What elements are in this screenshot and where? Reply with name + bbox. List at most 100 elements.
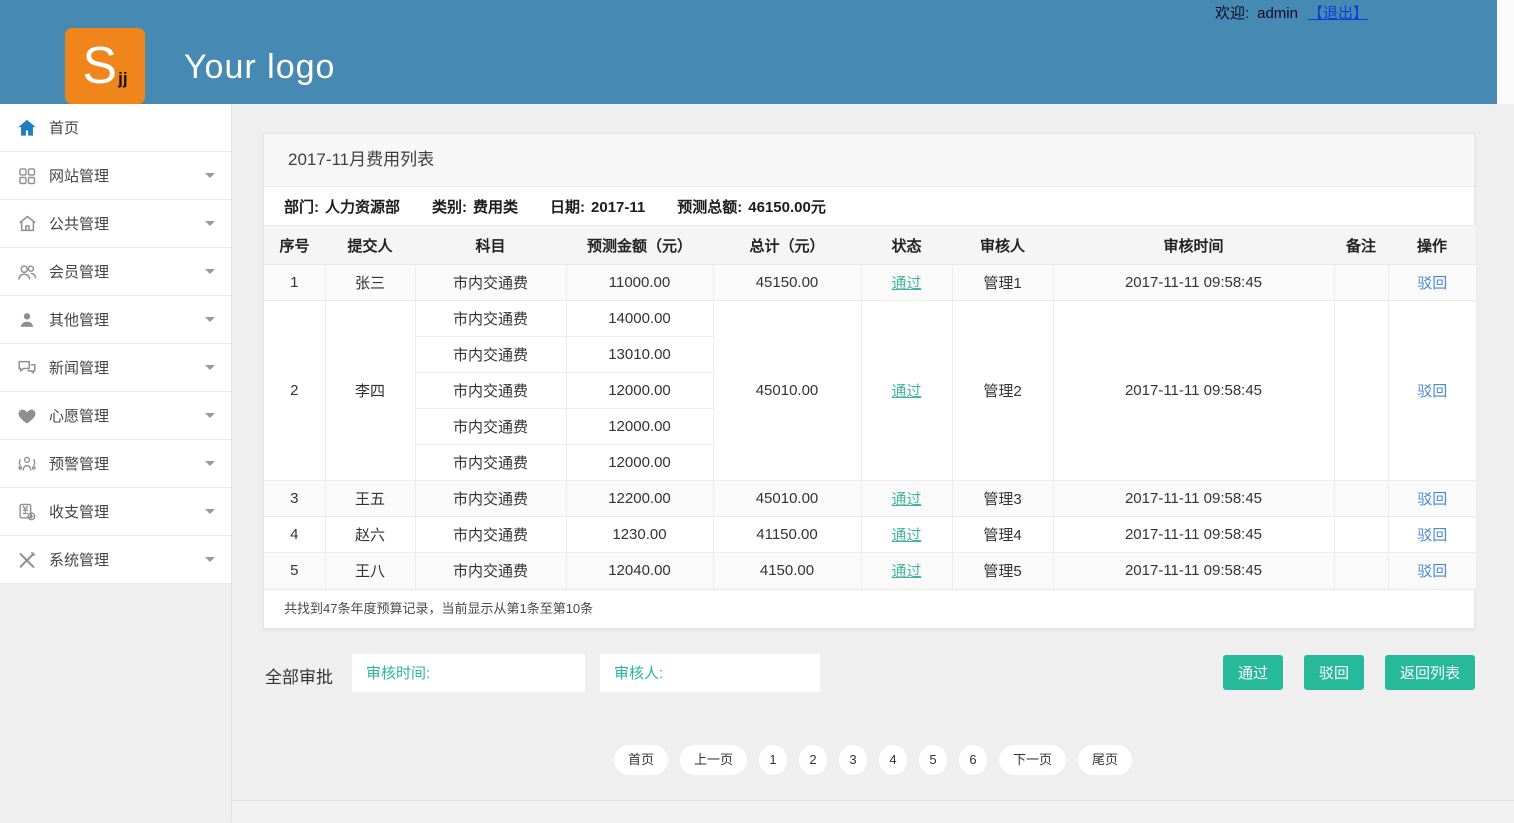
page-nav-button[interactable]: 首页 [614,745,668,775]
subject-cell: 市内交通费 [415,553,566,589]
action-cell-link[interactable]: 驳回 [1417,527,1447,544]
sidebar-item-website[interactable]: 网站管理 [0,152,231,200]
tools-icon [14,548,40,572]
subject-cell: 市内交通费 [415,445,566,481]
sidebar-item-label: 预警管理 [49,453,109,474]
status-cell-link[interactable]: 通过 [891,383,921,400]
sidebar-item-home[interactable]: 首页 [0,104,231,152]
page-nav-button[interactable]: 下一页 [999,745,1066,775]
scrollbar-strip[interactable] [1497,0,1514,104]
sidebar-item-news[interactable]: 新闻管理 [0,344,231,392]
row-number-cell: 2 [264,301,325,481]
sidebar-item-finance[interactable]: 收支管理 [0,488,231,536]
reviewer-cell: 管理4 [952,517,1053,553]
action-cell: 驳回 [1388,481,1476,517]
sidebar-item-label: 新闻管理 [49,357,109,378]
subject-cell: 市内交通费 [415,265,566,301]
column-header: 预测金额（元） [566,226,713,265]
forecast-amount-cell: 12040.00 [566,553,713,589]
page-number-2[interactable]: 2 [799,745,827,775]
back-to-list-button[interactable]: 返回列表 [1385,655,1475,690]
page-number-3[interactable]: 3 [839,745,867,775]
logo-letter: S [82,40,117,92]
chevron-down-icon [205,365,215,370]
forecast-amount-cell: 1230.00 [566,517,713,553]
action-cell-link[interactable]: 驳回 [1417,491,1447,508]
action-cell: 驳回 [1388,553,1476,589]
page-number-6[interactable]: 6 [959,745,987,775]
remark-cell [1334,517,1388,553]
table-row: 1张三市内交通费11000.0045150.00通过管理12017-11-11 … [264,265,1476,301]
action-cell-link[interactable]: 驳回 [1417,275,1447,292]
sidebar-item-label: 会员管理 [49,261,109,282]
sidebar-item-wishes[interactable]: 心愿管理 [0,392,231,440]
app-logo: S jj [65,28,145,104]
filter-forecast-total: 预测总额:46150.00元 [677,196,826,217]
filter-category: 类别:费用类 [432,196,518,217]
page-nav-button[interactable]: 尾页 [1078,745,1132,775]
page-title: 2017-11月费用列表 [264,134,1474,187]
reviewer-cell: 管理5 [952,553,1053,589]
page-number-4[interactable]: 4 [879,745,907,775]
filter-date: 日期:2017-11 [550,196,645,217]
remark-cell [1334,265,1388,301]
table-row: 5王八市内交通费12040.004150.00通过管理52017-11-11 0… [264,553,1476,589]
table-row: 2李四市内交通费14000.0045010.00通过管理22017-11-11 … [264,301,1476,337]
batch-approval-label: 全部审批 [265,663,333,688]
row-number-cell: 3 [264,481,325,517]
chevron-down-icon [205,413,215,418]
expense-table: 序号提交人科目预测金额（元）总计（元）状态审核人审核时间备注操作 1张三市内交通… [264,226,1476,589]
sidebar-item-other[interactable]: 其他管理 [0,296,231,344]
filter-department: 部门:人力资源部 [284,196,400,217]
reviewer-input[interactable] [600,654,820,692]
row-number-cell: 4 [264,517,325,553]
page-number-1[interactable]: 1 [759,745,787,775]
total-cell: 45150.00 [713,265,861,301]
subject-cell: 市内交通费 [415,481,566,517]
column-header: 操作 [1388,226,1476,265]
welcome-bar: 欢迎:admin【退出】 [1215,2,1368,23]
action-cell-link[interactable]: 驳回 [1417,563,1447,580]
table-row: 3王五市内交通费12200.0045010.00通过管理32017-11-11 … [264,481,1476,517]
logout-link[interactable]: 【退出】 [1308,5,1368,22]
sidebar-item-members[interactable]: 会员管理 [0,248,231,296]
batch-approval-bar: 全部审批 通过 驳回 返回列表 [263,654,1475,692]
pagination: 首页上一页 123456 下一页尾页 [232,745,1514,775]
submitter-cell: 王五 [325,481,415,517]
sidebar-item-system[interactable]: 系统管理 [0,536,231,584]
remark-cell [1334,553,1388,589]
action-cell-link[interactable]: 驳回 [1417,383,1447,400]
chevron-down-icon [205,173,215,178]
review-time-input[interactable] [352,654,585,692]
chevron-down-icon [205,317,215,322]
status-cell-link[interactable]: 通过 [891,491,921,508]
sidebar: 首页 网站管理 公共管理 会员管理 其他管理 新闻管理 [0,104,232,822]
column-header: 审核时间 [1053,226,1334,265]
chevron-down-icon [205,461,215,466]
top-header-bar: S jj Your logo 欢迎:admin【退出】 [0,0,1497,104]
reviewer-cell: 管理1 [952,265,1053,301]
logo-subscript: jj [118,69,127,89]
chevron-down-icon [205,269,215,274]
forecast-amount-cell: 12000.00 [566,409,713,445]
users-icon [14,260,40,284]
sidebar-item-alerts[interactable]: 预警管理 [0,440,231,488]
approve-button[interactable]: 通过 [1223,655,1283,690]
heart-icon [14,404,40,428]
total-cell: 45010.00 [713,481,861,517]
chevron-down-icon [205,557,215,562]
sidebar-item-public[interactable]: 公共管理 [0,200,231,248]
page-nav-button[interactable]: 上一页 [680,745,747,775]
page-number-5[interactable]: 5 [919,745,947,775]
status-cell-link[interactable]: 通过 [891,275,921,292]
status-cell-link[interactable]: 通过 [891,527,921,544]
grid-icon [14,164,40,188]
forecast-amount-cell: 11000.00 [566,265,713,301]
column-header: 状态 [861,226,952,265]
review-time-cell: 2017-11-11 09:58:45 [1053,517,1334,553]
reject-button[interactable]: 驳回 [1304,655,1364,690]
approval-buttons: 通过 驳回 返回列表 [1223,655,1475,690]
status-cell: 通过 [861,301,952,481]
column-header: 提交人 [325,226,415,265]
status-cell-link[interactable]: 通过 [891,563,921,580]
